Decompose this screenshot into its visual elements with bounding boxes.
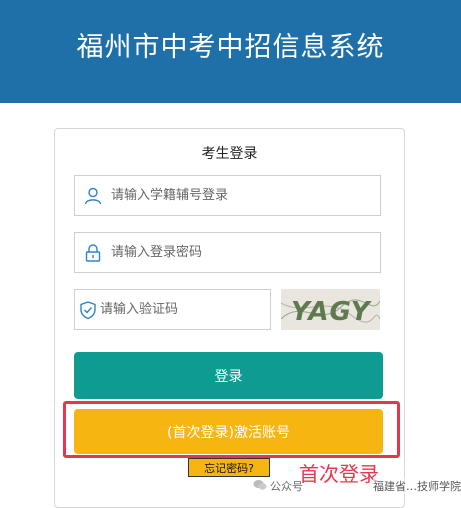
page-header: 福州市中考中招信息系统 [0,0,461,103]
lock-icon [75,233,111,272]
captcha-text: YAGY [291,297,373,327]
login-panel-title: 考生登录 [201,146,258,162]
login-button[interactable]: 登录 [74,352,383,399]
activate-account-button[interactable]: (首次登录)激活账号 [74,409,383,454]
password-field[interactable] [74,232,381,273]
forgot-password-link[interactable]: 忘记密码? [188,458,270,477]
captcha-input[interactable] [100,290,270,329]
system-title: 福州市中考中招信息系统 [76,32,385,63]
user-icon [75,176,111,215]
student-id-field[interactable] [74,175,381,216]
wechat-icon [253,479,267,494]
captcha-field[interactable] [74,289,271,330]
watermark-name: 福建省…技师学院 [373,478,461,494]
watermark-prefix: 公众号 [270,480,303,493]
watermark: 公众号 福建省…技师学院 [253,476,461,496]
captcha-image[interactable]: YAGY [281,289,380,330]
shield-check-icon [75,290,100,329]
student-id-input[interactable] [111,176,380,215]
password-input[interactable] [111,233,380,272]
